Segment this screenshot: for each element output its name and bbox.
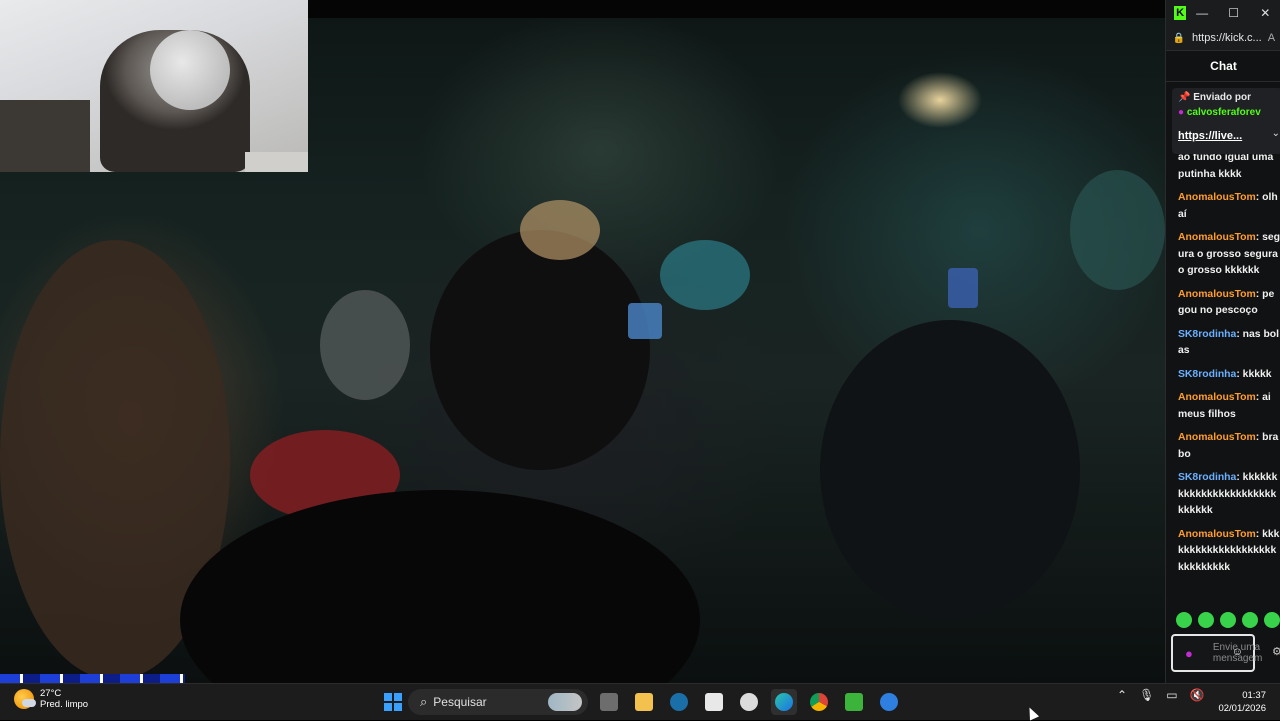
chat-username[interactable]: SK8rodinha (1178, 329, 1236, 340)
search-highlight-icon (548, 693, 582, 711)
chat-message: AnomalousTom: pegou no pescoço (1178, 287, 1280, 320)
pinned-apps (596, 689, 911, 715)
stream-video[interactable] (0, 0, 1165, 683)
emoji-icon[interactable]: ☺ (1232, 646, 1243, 658)
chevron-down-icon[interactable]: ⌄ (1272, 128, 1280, 139)
chat-message: SK8rodinha: nas bolas (1178, 327, 1280, 360)
system-tray: ⌃ 🎙 ▭ 🔇 (1117, 688, 1217, 702)
edge-icon[interactable] (771, 689, 797, 715)
chatgpt-icon[interactable] (736, 689, 762, 715)
webcam-lamp (245, 152, 308, 172)
search-placeholder[interactable]: Pesquisar (433, 695, 486, 709)
lock-icon: 🔒 (1172, 32, 1186, 44)
chat-window[interactable]: K — ☐ ✕ 🔒 https://kick.c... A Chat ao fu… (1165, 0, 1280, 683)
maximize-button[interactable]: ☐ (1218, 6, 1250, 20)
webcam-overlay (0, 0, 308, 172)
steam-icon[interactable] (666, 689, 692, 715)
emote-icon[interactable] (1220, 612, 1236, 628)
user-badge-icon: ● (1178, 107, 1185, 118)
crowd-shape (660, 240, 750, 310)
emote-icon[interactable] (1176, 612, 1192, 628)
weather-icon (14, 689, 36, 709)
windows-logo-icon (384, 693, 402, 711)
chat-message: SK8rodinha: kkkkkkkkkkkkkkkkkkkkkkkkkkkk… (1178, 470, 1280, 520)
chrome-icon[interactable] (806, 689, 832, 715)
chat-message: AnomalousTom: ai meus filhos (1178, 390, 1280, 423)
weather-widget[interactable]: 27°C Pred. limpo (14, 688, 88, 710)
pinned-label: 📌 Enviado por (1178, 92, 1252, 103)
phone-screen (628, 303, 662, 339)
emote-icon[interactable] (1264, 612, 1280, 628)
chat-username[interactable]: SK8rodinha (1178, 369, 1236, 380)
gear-icon[interactable]: ⚙ (1272, 645, 1280, 658)
window-title-bar[interactable]: K — ☐ ✕ (1166, 0, 1280, 26)
chat-messages: ao fundo igual uma putinha kkkk Anomalous… (1178, 150, 1280, 583)
chat-title: Chat (1166, 51, 1280, 82)
clock-time: 01:37 (1242, 690, 1266, 701)
chat-username[interactable]: AnomalousTom (1178, 392, 1256, 403)
crowd-shape (1070, 170, 1165, 290)
crowd-shape (520, 200, 600, 260)
task-view-button[interactable] (596, 689, 622, 715)
emote-icon[interactable] (1198, 612, 1214, 628)
chat-message: ao fundo igual uma putinha kkkk (1178, 150, 1280, 183)
badge-icon: ● (1185, 646, 1193, 661)
crowd-shape (180, 490, 700, 683)
chat-message-text: ao fundo igual uma putinha kkkk (1178, 152, 1274, 180)
kick-logo-icon: K (1174, 6, 1187, 20)
search-icon: ⌕ (420, 694, 428, 709)
chat-username[interactable]: AnomalousTom (1178, 529, 1256, 540)
microphone-icon[interactable]: 🎙 (1139, 688, 1154, 702)
chat-message: AnomalousTom: brabo (1178, 430, 1280, 463)
chat-message-text: kkkkk (1242, 368, 1272, 380)
address-bar[interactable]: 🔒 https://kick.c... A (1166, 26, 1280, 51)
chevron-up-icon[interactable]: ⌃ (1117, 688, 1127, 702)
crowd-shape (430, 230, 650, 470)
chat-username[interactable]: AnomalousTom (1178, 192, 1256, 203)
crowd-shape (320, 290, 410, 400)
display-icon[interactable]: ▭ (1166, 688, 1177, 702)
start-button[interactable] (380, 689, 406, 715)
chat-message: AnomalousTom: olhaí (1178, 190, 1280, 223)
pinned-user[interactable]: ● calvosferaforev (1178, 107, 1276, 118)
taskbar: 27°C Pred. limpo ⌕ Pesquisar ⌃ 🎙 ▭ 🔇 01:… (0, 683, 1280, 720)
webcam-chair (0, 100, 90, 172)
minimize-button[interactable]: — (1186, 6, 1218, 20)
emote-bar[interactable] (1176, 612, 1280, 628)
crowd-shape (820, 320, 1080, 620)
chat-message: AnomalousTom: kkkkkkkkkkkkkkkkkkkkkkkkkk… (1178, 527, 1280, 577)
search-box[interactable]: ⌕ Pesquisar (408, 689, 588, 715)
clock[interactable]: 01:37 02/01/2026 (1214, 689, 1266, 715)
xbox-icon[interactable] (841, 689, 867, 715)
address-url[interactable]: https://kick.c... (1192, 32, 1262, 44)
clock-date: 02/01/2026 (1218, 703, 1266, 714)
chat-input[interactable]: ● Envie uma mensagem ☺ (1171, 634, 1262, 672)
pinned-link[interactable]: https://live... (1178, 130, 1276, 142)
file-explorer-icon[interactable] (631, 689, 657, 715)
browser-icon[interactable] (876, 689, 902, 715)
weather-desc: Pred. limpo (40, 699, 89, 710)
epic-games-icon[interactable] (701, 689, 727, 715)
chat-message: AnomalousTom: segura o grosso segura o g… (1178, 230, 1280, 280)
emote-icon[interactable] (1242, 612, 1258, 628)
webcam-hood (150, 30, 230, 110)
chat-username[interactable]: AnomalousTom (1178, 289, 1256, 300)
stream-overlay-banner (0, 674, 185, 683)
close-button[interactable]: ✕ (1249, 6, 1280, 20)
speaker-muted-icon[interactable]: 🔇 (1190, 688, 1205, 702)
chat-username[interactable]: AnomalousTom (1178, 432, 1256, 443)
pin-icon: 📌 (1178, 92, 1191, 103)
reader-mode-icon[interactable]: A (1268, 32, 1275, 44)
pinned-message[interactable]: 📌 Enviado por ● calvosferaforev https://… (1172, 88, 1280, 154)
weather-temp: 27°C (40, 688, 62, 699)
chat-message: SK8rodinha: kkkkk (1178, 367, 1280, 384)
chat-username[interactable]: SK8rodinha (1178, 472, 1236, 483)
phone-screen (948, 268, 978, 308)
chat-username[interactable]: AnomalousTom (1178, 232, 1256, 243)
